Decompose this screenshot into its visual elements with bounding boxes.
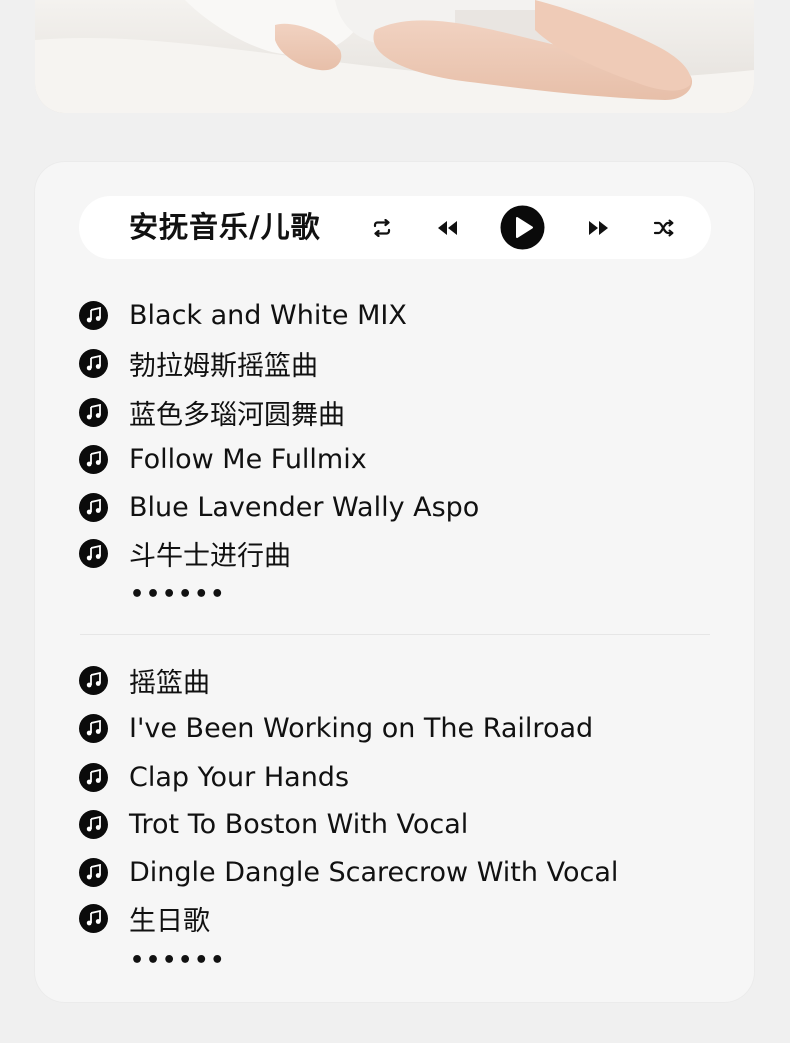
- more-indicator: ••••••: [130, 582, 227, 607]
- track-item[interactable]: 斗牛士进行曲: [79, 533, 291, 573]
- music-note-icon: [79, 300, 108, 330]
- music-note-icon: [79, 903, 108, 933]
- music-note-icon: [79, 397, 108, 427]
- track-name: 摇篮曲: [129, 667, 210, 699]
- track-name: Trot To Boston With Vocal: [129, 808, 469, 840]
- music-note-icon: [79, 857, 108, 887]
- music-note-icon: [79, 492, 108, 522]
- play-icon: [500, 205, 545, 250]
- track-name: Blue Lavender Wally Aspo: [129, 491, 480, 523]
- track-item[interactable]: 蓝色多瑙河圆舞曲: [79, 392, 345, 432]
- track-item[interactable]: Clap Your Hands: [79, 757, 349, 797]
- music-note-icon: [79, 348, 108, 378]
- track-item[interactable]: Black and White MIX: [79, 295, 407, 335]
- track-name: Dingle Dangle Scarecrow With Vocal: [129, 856, 619, 888]
- track-name: I've Been Working on The Railroad: [129, 712, 594, 744]
- track-name: Black and White MIX: [129, 299, 407, 331]
- track-item[interactable]: Dingle Dangle Scarecrow With Vocal: [79, 852, 618, 892]
- player-title: 安抚音乐/儿歌: [129, 210, 321, 244]
- track-name: 生日歌: [129, 905, 210, 937]
- baby-photo: [35, 0, 754, 113]
- music-note-icon: [79, 665, 108, 695]
- music-note-icon: [79, 762, 108, 792]
- track-item[interactable]: Trot To Boston With Vocal: [79, 804, 468, 844]
- rewind-icon[interactable]: [432, 196, 462, 259]
- track-name: 勃拉姆斯摇篮曲: [129, 350, 318, 382]
- track-item[interactable]: 生日歌: [79, 898, 210, 938]
- music-note-icon: [79, 713, 108, 743]
- track-name: 斗牛士进行曲: [129, 540, 291, 572]
- play-button[interactable]: [500, 196, 545, 259]
- track-item[interactable]: 摇篮曲: [79, 660, 210, 700]
- fast-forward-icon[interactable]: [584, 196, 614, 259]
- music-note-icon: [79, 444, 108, 474]
- music-note-icon: [79, 809, 108, 839]
- track-item[interactable]: Blue Lavender Wally Aspo: [79, 487, 479, 527]
- music-note-icon: [79, 538, 108, 568]
- track-name: Follow Me Fullmix: [129, 443, 367, 475]
- divider: [80, 634, 710, 635]
- track-name: Clap Your Hands: [129, 761, 350, 793]
- shuffle-icon[interactable]: [649, 196, 679, 259]
- track-item[interactable]: 勃拉姆斯摇篮曲: [79, 343, 318, 383]
- track-item[interactable]: I've Been Working on The Railroad: [79, 708, 593, 748]
- more-indicator: ••••••: [130, 948, 227, 973]
- track-name: 蓝色多瑙河圆舞曲: [129, 399, 345, 431]
- music-player-bar: 安抚音乐/儿歌: [79, 196, 711, 259]
- repeat-icon[interactable]: [367, 196, 397, 259]
- track-item[interactable]: Follow Me Fullmix: [79, 439, 367, 479]
